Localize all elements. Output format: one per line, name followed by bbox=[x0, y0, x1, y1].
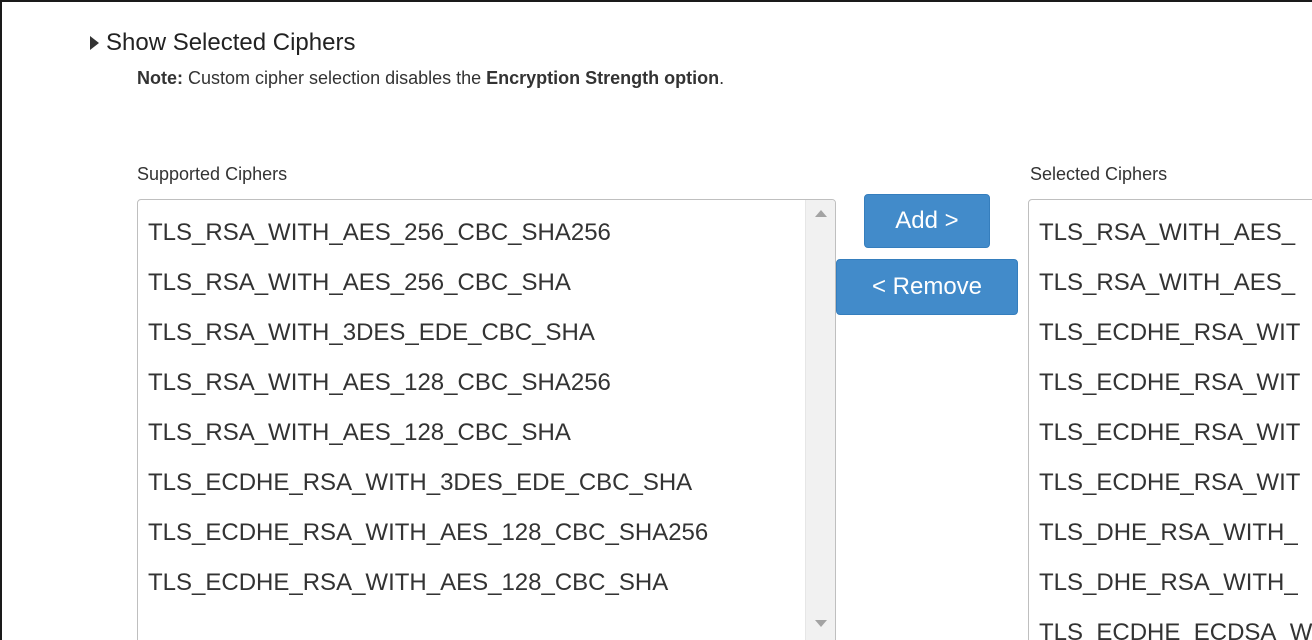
list-item[interactable]: TLS_RSA_WITH_AES_128_CBC_SHA bbox=[138, 408, 805, 458]
list-item[interactable]: TLS_ECDHE_RSA_WITH_AES_128_CBC_SHA256 bbox=[138, 508, 805, 558]
list-item[interactable]: TLS_RSA_WITH_AES_ bbox=[1029, 258, 1312, 308]
list-item[interactable]: TLS_ECDHE_RSA_WITH_AES_128_CBC_SHA bbox=[138, 558, 805, 608]
list-item[interactable]: TLS_RSA_WITH_AES_ bbox=[1029, 208, 1312, 258]
selected-ciphers-list[interactable]: TLS_RSA_WITH_AES_ TLS_RSA_WITH_AES_ TLS_… bbox=[1028, 199, 1312, 640]
list-item[interactable]: TLS_DHE_RSA_WITH_ bbox=[1029, 508, 1312, 558]
list-item[interactable]: TLS_ECDHE_RSA_WITH_3DES_EDE_CBC_SHA bbox=[138, 458, 805, 508]
list-item[interactable]: TLS_ECDHE_ECDSA_W bbox=[1029, 608, 1312, 640]
list-item[interactable]: TLS_ECDHE_RSA_WIT bbox=[1029, 458, 1312, 508]
note-text-before: Custom cipher selection disables the bbox=[183, 68, 487, 88]
supported-ciphers-list[interactable]: TLS_RSA_WITH_AES_256_CBC_SHA256 TLS_RSA_… bbox=[137, 199, 836, 640]
caret-right-icon bbox=[90, 36, 99, 50]
list-item[interactable]: TLS_RSA_WITH_3DES_EDE_CBC_SHA bbox=[138, 308, 805, 358]
selected-options: TLS_RSA_WITH_AES_ TLS_RSA_WITH_AES_ TLS_… bbox=[1029, 200, 1312, 640]
list-item[interactable]: TLS_DHE_RSA_WITH_ bbox=[1029, 558, 1312, 608]
list-item[interactable]: TLS_RSA_WITH_AES_128_CBC_SHA256 bbox=[138, 358, 805, 408]
note-text-after: . bbox=[719, 68, 725, 88]
selected-ciphers-label: Selected Ciphers bbox=[1030, 164, 1168, 184]
list-item[interactable]: TLS_ECDHE_RSA_WIT bbox=[1029, 408, 1312, 458]
list-item[interactable]: TLS_ECDHE_RSA_WIT bbox=[1029, 358, 1312, 408]
list-item[interactable]: TLS_RSA_WITH_AES_256_CBC_SHA bbox=[138, 258, 805, 308]
list-item[interactable]: TLS_RSA_WITH_AES_256_CBC_SHA256 bbox=[138, 208, 805, 258]
supported-options: TLS_RSA_WITH_AES_256_CBC_SHA256 TLS_RSA_… bbox=[138, 200, 805, 608]
show-selected-ciphers-toggle[interactable]: Show Selected Ciphers bbox=[90, 29, 355, 57]
supported-ciphers-label: Supported Ciphers bbox=[137, 164, 288, 184]
scroll-down-arrow-icon[interactable] bbox=[814, 620, 827, 627]
add-button[interactable]: Add > bbox=[864, 194, 990, 248]
note-prefix: Note: bbox=[137, 68, 183, 88]
cipher-settings-panel: Show Selected Ciphers Note: Custom ciphe… bbox=[0, 0, 1312, 640]
note-emphasis: Encryption Strength option bbox=[486, 68, 720, 88]
toggle-label: Show Selected Ciphers bbox=[106, 29, 356, 56]
cipher-note: Note: Custom cipher selection disables t… bbox=[137, 68, 724, 89]
scroll-up-arrow-icon[interactable] bbox=[814, 210, 827, 217]
supported-scrollbar[interactable] bbox=[805, 200, 835, 640]
list-item[interactable]: TLS_ECDHE_RSA_WIT bbox=[1029, 308, 1312, 358]
remove-button[interactable]: < Remove bbox=[836, 259, 1018, 315]
